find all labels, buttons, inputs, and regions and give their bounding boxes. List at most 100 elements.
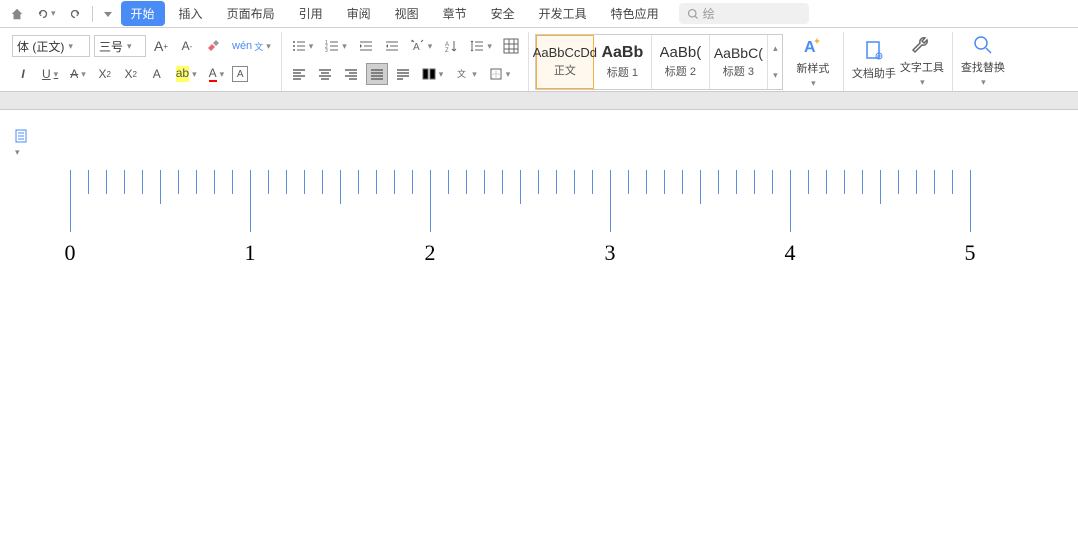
style-label: 标题 2: [665, 63, 696, 79]
ruler-tick: [754, 170, 755, 194]
tab-security[interactable]: 安全: [481, 1, 525, 26]
align-distribute-button[interactable]: [392, 63, 414, 85]
align-left-button[interactable]: [288, 63, 310, 85]
ruler-label: 2: [425, 240, 436, 266]
ruler-tick: [718, 170, 719, 194]
font-size-select[interactable]: 三号▾: [94, 35, 146, 57]
subscript-button[interactable]: X2: [120, 63, 142, 85]
bullet-list-button[interactable]: ▾: [288, 35, 318, 57]
tab-insert[interactable]: 插入: [169, 1, 213, 26]
find-replace-button[interactable]: 查找替换▾: [959, 32, 1007, 88]
bold-button[interactable]: I: [12, 63, 34, 85]
style-gallery: AaBbCcDd 正文 AaBb 标题 1 AaBb( 标题 2 AaBbC( …: [535, 34, 783, 90]
ruler-tick: [664, 170, 665, 194]
ruler-tick: [826, 170, 827, 194]
separator: [92, 6, 93, 22]
highlight-button[interactable]: ab▾: [172, 63, 201, 85]
search-input[interactable]: 绘: [679, 3, 809, 24]
tools-group: 文档助手 文字工具▾: [844, 32, 953, 91]
font-family-select[interactable]: 体 (正文)▾: [12, 35, 90, 57]
ruler-tick: [808, 170, 809, 194]
tab-view[interactable]: 视图: [385, 1, 429, 26]
ruler-tick: [268, 170, 269, 194]
clear-format-button[interactable]: [202, 35, 224, 57]
tab-special[interactable]: 特色应用: [601, 1, 669, 26]
ruler-tick: [682, 170, 683, 194]
home-icon[interactable]: [6, 5, 28, 23]
font-group: 体 (正文)▾ 三号▾ A+ A- wén文▾ I U▾ A▾ X2 X2 A …: [6, 32, 282, 91]
table-button[interactable]: [500, 35, 522, 57]
doc-helper-button[interactable]: 文档助手: [850, 32, 898, 88]
tab-chapter[interactable]: 章节: [433, 1, 477, 26]
number-list-button[interactable]: 123▾: [321, 35, 351, 57]
phonetic-button[interactable]: wén文▾: [228, 35, 275, 57]
undo-button[interactable]: ▾: [32, 5, 60, 23]
style-label: 正文: [554, 62, 576, 78]
find-group: 查找替换▾: [953, 32, 1013, 91]
ruler-tick: [898, 170, 899, 194]
text-scale-button[interactable]: A▾: [407, 35, 437, 57]
ruler-tick: [970, 170, 971, 232]
ruler-tick: [574, 170, 575, 194]
paragraph-group: ▾ 123▾ A▾ AZ ▾ ▾ 文▾ ▾: [282, 32, 529, 91]
tab-start[interactable]: 开始: [121, 1, 165, 26]
tab-reference[interactable]: 引用: [289, 1, 333, 26]
tab-layout[interactable]: 页面布局: [217, 1, 285, 26]
font-color-button[interactable]: A▾: [205, 63, 229, 85]
redo-button[interactable]: [64, 5, 86, 23]
ruler-tick: [502, 170, 503, 194]
ruler-tick: [304, 170, 305, 194]
align-right-button[interactable]: [340, 63, 362, 85]
ruler-tick: [142, 170, 143, 194]
text-tools-button[interactable]: 文字工具▾: [898, 32, 946, 88]
align-center-button[interactable]: [314, 63, 336, 85]
char-shading-button[interactable]: A: [146, 63, 168, 85]
ruler-tick: [214, 170, 215, 194]
ruler-tick: [772, 170, 773, 194]
ruler-tick: [376, 170, 377, 194]
indent-decrease-button[interactable]: [355, 35, 377, 57]
strike-button[interactable]: A▾: [66, 63, 90, 85]
ruler-tick: [358, 170, 359, 194]
columns-button[interactable]: ▾: [418, 63, 448, 85]
underline-button[interactable]: U▾: [38, 63, 62, 85]
style-item-h1[interactable]: AaBb 标题 1: [594, 35, 652, 89]
line-spacing-button[interactable]: ▾: [466, 35, 496, 57]
dropdown-button[interactable]: [99, 7, 117, 21]
ruler-label: 3: [605, 240, 616, 266]
ruler-label: 0: [65, 240, 76, 266]
style-gallery-more[interactable]: ▴▾: [768, 35, 782, 89]
ruler-label: 1: [245, 240, 256, 266]
text-direction-button[interactable]: 文▾: [451, 63, 481, 85]
style-label: 标题 3: [723, 63, 754, 79]
magnifier-icon: [971, 33, 995, 57]
superscript-button[interactable]: X2: [94, 63, 116, 85]
ruler-tick: [196, 170, 197, 194]
indent-increase-button[interactable]: [381, 35, 403, 57]
style-item-body[interactable]: AaBbCcDd 正文: [536, 35, 594, 89]
font-shrink-button[interactable]: A-: [176, 35, 198, 57]
ruler-tick: [556, 170, 557, 194]
svg-text:A: A: [804, 39, 816, 56]
ruler-tick: [628, 170, 629, 194]
char-border-button[interactable]: A: [232, 66, 248, 82]
ruler-tick: [466, 170, 467, 194]
ruler-label: 5: [965, 240, 976, 266]
new-style-button[interactable]: A 新样式▾: [789, 34, 837, 90]
style-item-h3[interactable]: AaBbC( 标题 3: [710, 35, 768, 89]
borders-button[interactable]: ▾: [485, 63, 515, 85]
ruler-tick: [484, 170, 485, 194]
ruler-tick: [394, 170, 395, 194]
ruler-tick: [430, 170, 431, 232]
svg-text:3: 3: [325, 48, 328, 53]
tab-dev[interactable]: 开发工具: [529, 1, 597, 26]
ruler-tick: [448, 170, 449, 194]
ruler-tick: [412, 170, 413, 194]
align-justify-button[interactable]: [366, 63, 388, 85]
style-preview: AaBbC(: [714, 45, 763, 61]
ruler-tick: [844, 170, 845, 194]
font-grow-button[interactable]: A+: [150, 35, 172, 57]
tab-review[interactable]: 审阅: [337, 1, 381, 26]
sort-button[interactable]: AZ: [440, 35, 462, 57]
style-item-h2[interactable]: AaBb( 标题 2: [652, 35, 710, 89]
